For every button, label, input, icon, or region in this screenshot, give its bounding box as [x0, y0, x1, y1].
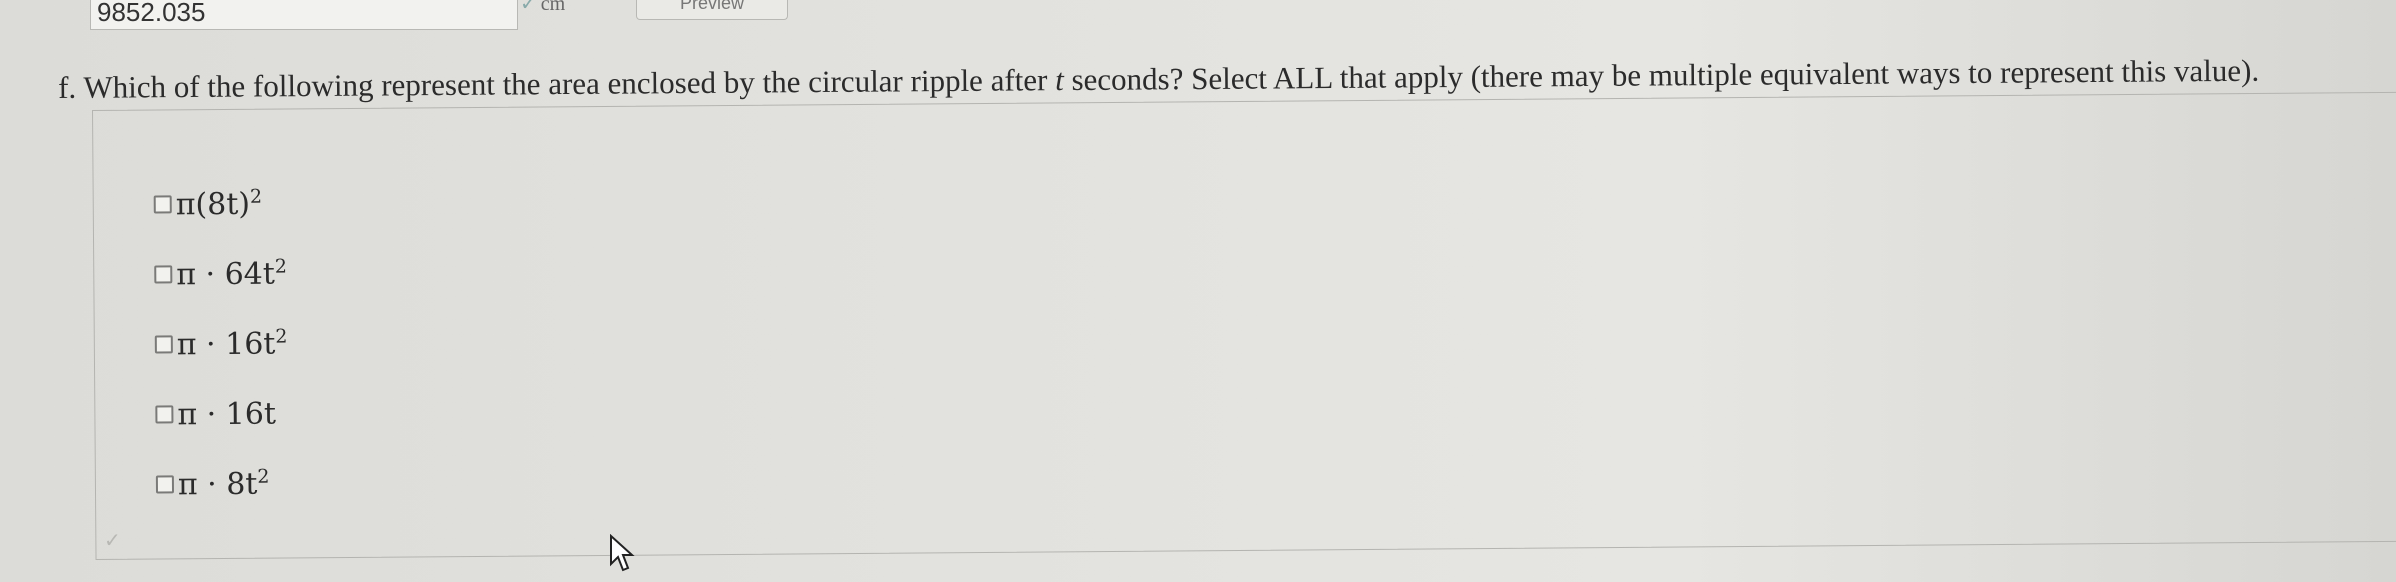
question-prefix: f. Which of the following represent the …: [58, 62, 1056, 105]
option-2[interactable]: π · 64t2: [154, 255, 287, 292]
unit-label-area: ✓ cm: [520, 0, 565, 18]
option-1-label: π(8t)2: [175, 185, 263, 223]
option-5[interactable]: π · 8t2: [155, 465, 270, 503]
option-1-checkbox[interactable]: [153, 195, 172, 214]
answer-options-box: π(8t)2 π · 64t2 π · 16t2 π · 16t π · 8t2: [92, 91, 2396, 560]
question-suffix: seconds? Select ALL that apply (there ma…: [1063, 52, 2260, 98]
option-4-label: π · 16t: [177, 396, 277, 433]
unit-label: cm: [540, 0, 566, 15]
option-3[interactable]: π · 16t2: [154, 325, 288, 363]
option-2-checkbox[interactable]: [154, 265, 173, 284]
option-5-label: π · 8t2: [177, 465, 270, 503]
mouse-pointer-icon: [610, 534, 635, 572]
option-3-label: π · 16t2: [176, 325, 288, 363]
option-4-checkbox[interactable]: [155, 405, 174, 424]
check-icon: ✓: [104, 528, 121, 552]
question-variable: t: [1055, 62, 1064, 98]
option-4[interactable]: π · 16t: [155, 396, 276, 433]
previous-answer-input[interactable]: 9852.035: [90, 0, 518, 30]
check-icon: ✓: [520, 0, 537, 15]
preview-button[interactable]: Preview: [636, 0, 788, 20]
option-5-checkbox[interactable]: [155, 475, 175, 494]
option-2-label: π · 64t2: [176, 255, 287, 293]
option-1[interactable]: π(8t)2: [153, 185, 263, 223]
option-3-checkbox[interactable]: [154, 335, 173, 354]
